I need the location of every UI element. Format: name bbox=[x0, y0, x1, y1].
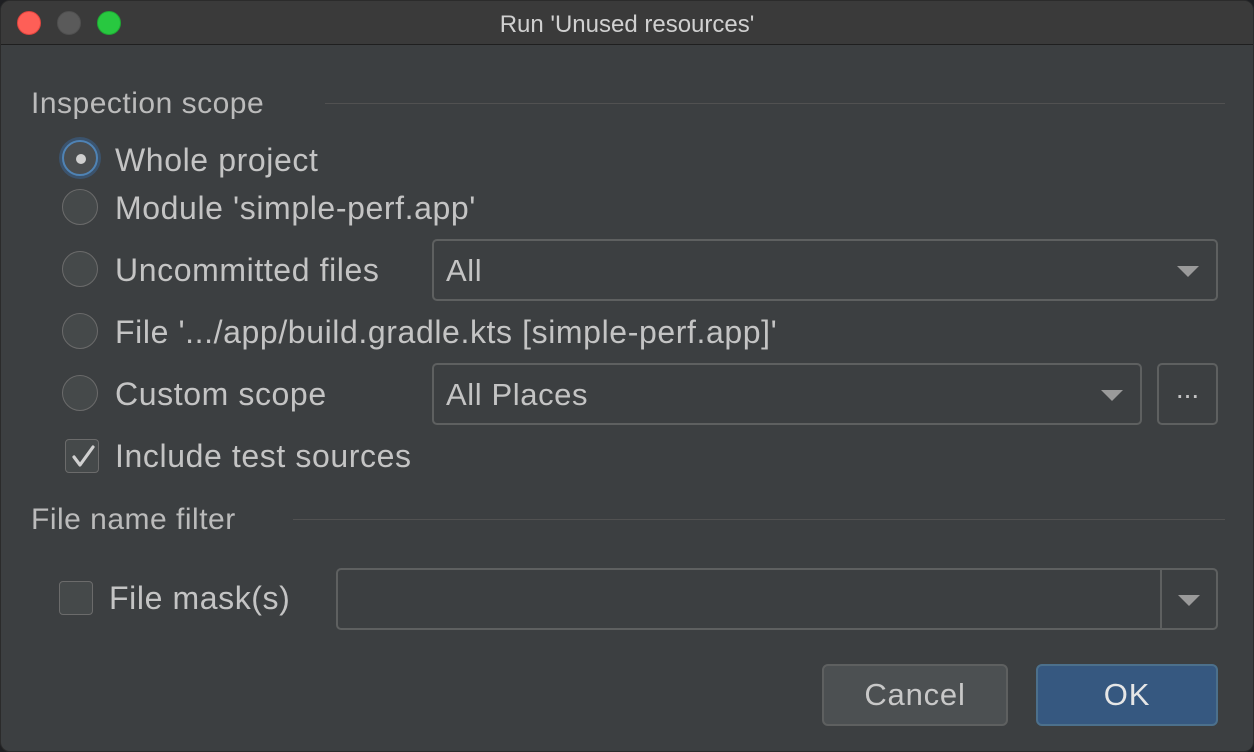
combo-divider bbox=[1160, 570, 1162, 628]
whole-project-radio[interactable] bbox=[62, 140, 98, 176]
include-test-sources-label: Include test sources bbox=[115, 438, 412, 474]
dialog-window: Run 'Unused resources' Inspection scope … bbox=[0, 0, 1254, 752]
file-masks-checkbox[interactable] bbox=[59, 581, 93, 615]
chevron-down-icon bbox=[1101, 390, 1123, 401]
custom-scope-value: All Places bbox=[446, 377, 589, 412]
uncommitted-files-value: All bbox=[446, 253, 483, 288]
file-label: File '.../app/build.gradle.kts [simple-p… bbox=[115, 314, 778, 350]
uncommitted-files-radio[interactable] bbox=[62, 251, 98, 287]
inspection-scope-title: Inspection scope bbox=[31, 87, 265, 120]
file-masks-label: File mask(s) bbox=[109, 580, 291, 616]
browse-scope-button[interactable]: ... bbox=[1157, 363, 1218, 425]
file-name-filter-title: File name filter bbox=[31, 503, 236, 536]
window-title: Run 'Unused resources' bbox=[499, 11, 755, 38]
ok-button[interactable]: OK bbox=[1036, 664, 1218, 726]
file-radio[interactable] bbox=[62, 313, 98, 349]
chevron-down-icon bbox=[1177, 266, 1199, 277]
whole-project-label: Whole project bbox=[115, 142, 319, 178]
checkmark-icon bbox=[72, 445, 95, 467]
uncommitted-files-dropdown[interactable]: All bbox=[432, 239, 1218, 301]
cancel-button[interactable]: Cancel bbox=[822, 664, 1008, 726]
uncommitted-files-label: Uncommitted files bbox=[115, 252, 380, 288]
inspection-scope-separator bbox=[325, 103, 1225, 104]
chevron-down-icon[interactable] bbox=[1178, 595, 1200, 606]
module-radio[interactable] bbox=[62, 189, 98, 225]
custom-scope-label: Custom scope bbox=[115, 376, 327, 412]
file-masks-input[interactable] bbox=[336, 568, 1218, 630]
module-label: Module 'simple-perf.app' bbox=[115, 190, 477, 226]
custom-scope-radio[interactable] bbox=[62, 375, 98, 411]
file-name-filter-separator bbox=[293, 519, 1225, 520]
title-bar: Run 'Unused resources' bbox=[1, 1, 1253, 45]
include-test-sources-checkbox[interactable] bbox=[65, 439, 99, 473]
custom-scope-dropdown[interactable]: All Places bbox=[432, 363, 1142, 425]
